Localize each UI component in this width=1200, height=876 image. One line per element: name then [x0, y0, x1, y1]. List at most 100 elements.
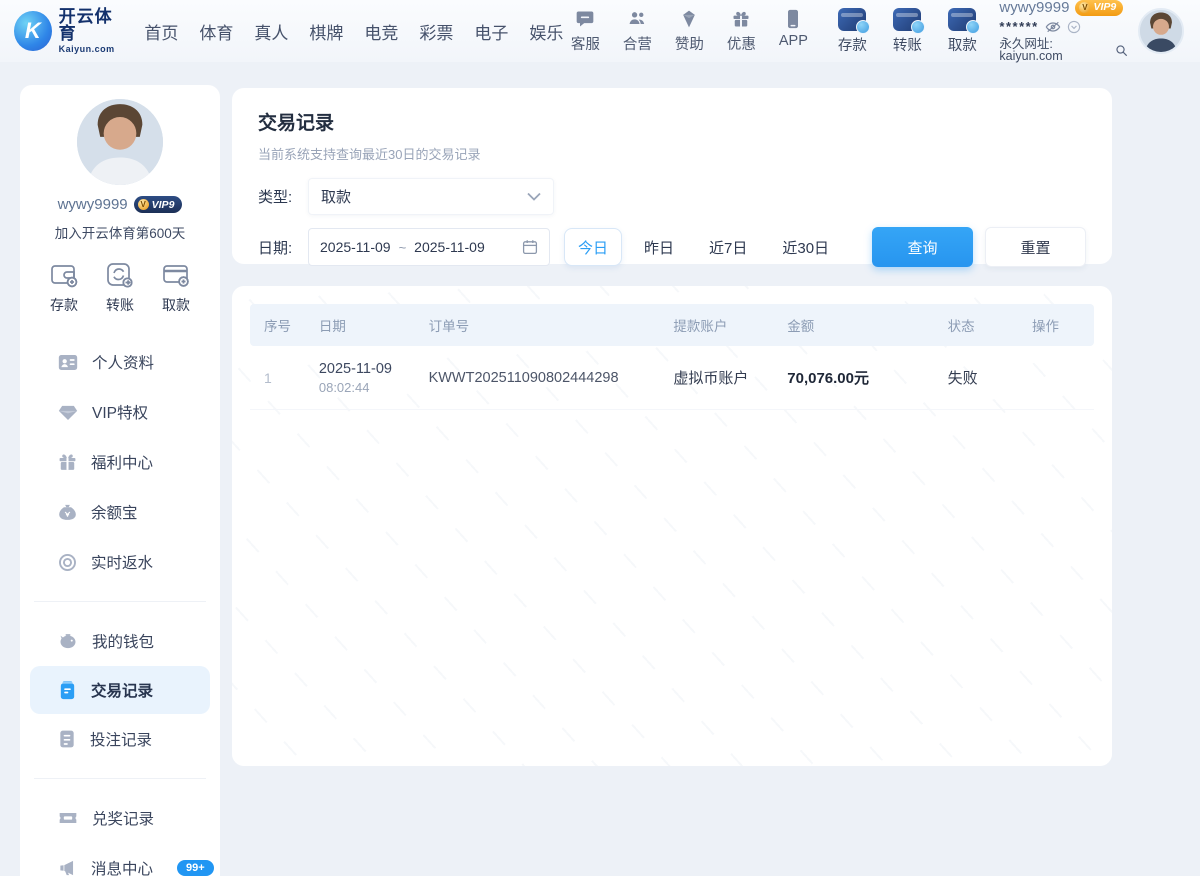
row-status: 失败: [934, 367, 1018, 388]
menu-label: VIP特权: [92, 401, 148, 423]
table-row: 1 2025-11-09 08:02:44 KWWT20251109080244…: [250, 346, 1094, 410]
type-select[interactable]: 取款: [308, 178, 554, 215]
nav-item-entertainment[interactable]: 娱乐: [529, 19, 563, 44]
diamond-icon: [58, 404, 78, 421]
nav-item-cards[interactable]: 棋牌: [309, 19, 343, 44]
page-subtitle: 当前系统支持查询最近30日的交易记录: [258, 144, 1086, 163]
sidebar-item-yuebao[interactable]: 余额宝: [20, 487, 220, 537]
sidebar-item-wallet[interactable]: 我的钱包: [20, 616, 220, 666]
row-datetime: 2025-11-09 08:02:44: [305, 361, 415, 395]
logo-k-icon: K: [14, 11, 52, 51]
type-filter-row: 类型: 取款: [258, 178, 1086, 215]
vip-level-label: VIP9: [152, 199, 175, 211]
sidebar-item-vip[interactable]: VIP特权: [20, 387, 220, 437]
sponsor-button[interactable]: 赞助: [667, 8, 711, 54]
menu-label: 余额宝: [91, 501, 138, 523]
menu-label: 我的钱包: [92, 630, 154, 652]
sidebar-item-welfare[interactable]: 福利中心: [20, 437, 220, 487]
sidebar-item-transactions[interactable]: 交易记录: [30, 666, 210, 714]
quick-range-group: 今日 昨日 近7日 近30日: [564, 228, 842, 266]
promotions-button[interactable]: 优惠: [719, 8, 763, 54]
range-7days-button[interactable]: 近7日: [696, 228, 760, 266]
col-index: 序号: [250, 315, 305, 335]
main-nav: 首页 体育 真人 棋牌 电竞 彩票 电子 娱乐: [144, 19, 563, 44]
sidebar-item-messages[interactable]: 消息中心 99+: [20, 843, 220, 876]
transactions-ledger-icon: [58, 680, 77, 700]
eye-off-icon[interactable]: [1045, 20, 1061, 34]
col-account: 提款账户: [659, 315, 773, 335]
vip-badge-gold: V VIP9: [1075, 0, 1123, 16]
row-order-no: KWWT202511090802444298: [415, 370, 660, 386]
logo-text: 开云体育 Kaiyun.com: [59, 8, 127, 54]
reset-button[interactable]: 重置: [985, 227, 1086, 267]
joined-days-label: 加入开云体育第600天: [20, 222, 220, 242]
nav-item-sports[interactable]: 体育: [199, 19, 233, 44]
rebate-rings-icon: [58, 553, 77, 572]
customer-service-button[interactable]: 客服: [563, 8, 607, 54]
nav-item-slots[interactable]: 电子: [474, 19, 508, 44]
service-label: APP: [779, 33, 808, 49]
logo-title: 开云体育: [59, 8, 127, 42]
nav-item-esports[interactable]: 电竞: [364, 19, 398, 44]
type-label: 类型:: [258, 186, 308, 207]
transfer-button[interactable]: 转账: [884, 8, 930, 55]
nav-item-home[interactable]: 首页: [144, 19, 178, 44]
row-time: 08:02:44: [319, 380, 415, 395]
sidebar-transfer-button[interactable]: 转账: [106, 262, 134, 315]
date-range-input[interactable]: 2025-11-09 ~ 2025-11-09: [308, 228, 550, 266]
sidebar-item-rebate[interactable]: 实时返水: [20, 537, 220, 587]
sidebar-withdraw-button[interactable]: 取款: [162, 262, 190, 315]
sidebar-item-profile[interactable]: 个人资料: [20, 337, 220, 387]
date-start-value: 2025-11-09: [320, 239, 391, 255]
range-today-button[interactable]: 今日: [564, 228, 622, 266]
quick-action-label: 存款: [50, 295, 78, 315]
calendar-icon: [522, 239, 538, 255]
search-button[interactable]: 查询: [872, 227, 973, 267]
row-index: 1: [250, 370, 305, 386]
account-sidebar: wywy9999 V VIP9 加入开云体育第600天 存款 转账 取款: [20, 85, 220, 876]
app-download-button[interactable]: APP: [771, 8, 815, 54]
masked-balance: ******: [999, 20, 1038, 33]
date-filter-row: 日期: 2025-11-09 ~ 2025-11-09 今日 昨日 近7日 近3…: [258, 227, 1086, 267]
header-avatar[interactable]: [1138, 8, 1184, 54]
sidebar-deposit-button[interactable]: 存款: [50, 262, 78, 315]
sidebar-menu: 个人资料 VIP特权 福利中心 余额宝 实时返水 我的钱包 交易记录: [20, 337, 220, 876]
sidebar-item-betting-records[interactable]: 投注记录: [20, 714, 220, 764]
profile-avatar[interactable]: [77, 99, 163, 185]
quick-action-label: 取款: [162, 295, 190, 315]
sidebar-item-prize-records[interactable]: 兑奖记录: [20, 793, 220, 843]
menu-label: 兑奖记录: [92, 807, 154, 829]
balance-dropdown-icon[interactable]: [1067, 20, 1081, 34]
partners-icon: [627, 8, 648, 30]
vip-badge-navy: V VIP9: [134, 196, 183, 213]
permanent-url-label: 永久网址: kaiyun.com: [999, 38, 1112, 63]
sidebar-divider: [34, 601, 206, 602]
type-selected-value: 取款: [321, 186, 351, 207]
wallet-label: 存款: [838, 34, 867, 55]
deposit-button[interactable]: 存款: [829, 8, 875, 55]
service-label: 客服: [571, 33, 600, 54]
username: wywy9999: [999, 0, 1069, 15]
wallet-label: 取款: [948, 34, 977, 55]
vip-v-icon: V: [1079, 2, 1090, 13]
chat-bubble-icon: [575, 8, 595, 30]
service-label: 优惠: [727, 33, 756, 54]
row-date: 2025-11-09: [319, 361, 415, 377]
withdraw-button[interactable]: 取款: [939, 8, 985, 55]
nav-item-lottery[interactable]: 彩票: [419, 19, 453, 44]
menu-label: 投注记录: [90, 728, 152, 750]
service-label: 赞助: [675, 33, 704, 54]
row-account: 虚拟币账户: [659, 367, 773, 388]
sidebar-quick-actions: 存款 转账 取款: [20, 262, 220, 315]
search-icon[interactable]: [1115, 44, 1128, 57]
profile-username: wywy9999: [58, 196, 128, 213]
partnership-button[interactable]: 合营: [615, 8, 659, 54]
nav-item-live[interactable]: 真人: [254, 19, 288, 44]
menu-label: 交易记录: [91, 679, 153, 701]
site-logo[interactable]: K 开云体育 Kaiyun.com: [14, 8, 126, 54]
sidebar-divider: [34, 778, 206, 779]
range-30days-button[interactable]: 近30日: [769, 228, 842, 266]
transaction-filter-card: 交易记录 当前系统支持查询最近30日的交易记录 类型: 取款 日期: 2025-…: [232, 88, 1112, 264]
range-yesterday-button[interactable]: 昨日: [631, 228, 687, 266]
id-card-icon: [58, 354, 78, 371]
